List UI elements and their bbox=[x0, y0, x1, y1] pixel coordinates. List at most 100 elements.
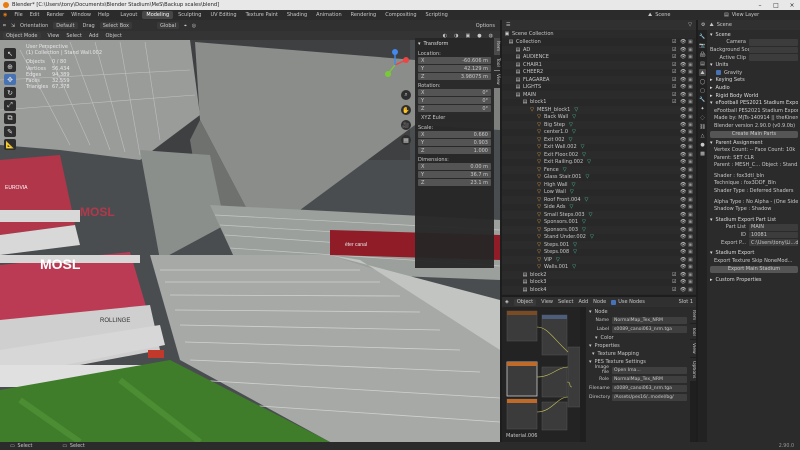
visibility-eye-icon[interactable]: 👁 bbox=[680, 257, 686, 263]
measure-tool-icon[interactable]: 📐 bbox=[4, 139, 16, 150]
render-toggle-icon[interactable]: ▣ bbox=[688, 129, 693, 135]
orientation-dropdown[interactable]: Default bbox=[53, 22, 78, 29]
rotate-tool-icon[interactable]: ↻ bbox=[4, 87, 16, 98]
render-toggle-icon[interactable]: ▣ bbox=[688, 182, 693, 188]
exclude-checkbox-icon[interactable]: ☑ bbox=[672, 62, 676, 68]
visibility-eye-icon[interactable]: 👁 bbox=[680, 47, 686, 53]
render-tab-icon[interactable]: 📷 bbox=[699, 42, 706, 49]
outliner-row[interactable]: ▽ Back Wall ▽ 👁 ▣ bbox=[502, 114, 696, 122]
visibility-eye-icon[interactable]: 👁 bbox=[680, 249, 686, 255]
view-layer-selector[interactable]: ▤ View Layer bbox=[724, 12, 759, 18]
visibility-eye-icon[interactable]: 👁 bbox=[680, 189, 686, 195]
exclude-checkbox-icon[interactable]: ☑ bbox=[672, 99, 676, 105]
ortho-grid-icon[interactable]: ▦ bbox=[401, 135, 411, 145]
node-tab-options[interactable]: Options bbox=[690, 357, 696, 382]
visibility-eye-icon[interactable]: 👁 bbox=[680, 129, 686, 135]
visibility-eye-icon[interactable]: 👁 bbox=[680, 92, 686, 98]
outliner-row[interactable]: ▽ center1.0 ▽ 👁 ▣ bbox=[502, 129, 696, 137]
render-toggle-icon[interactable]: ▣ bbox=[688, 107, 693, 113]
render-toggle-icon[interactable]: ▣ bbox=[688, 54, 693, 60]
outliner-row[interactable]: ▤ FLAGAREA ☑ 👁 ▣ bbox=[502, 76, 696, 84]
tab-texture-paint[interactable]: Texture Paint bbox=[242, 11, 282, 19]
exclude-checkbox-icon[interactable]: ☑ bbox=[672, 39, 676, 45]
panel-header[interactable]: Custom Properties bbox=[710, 277, 798, 285]
action-button[interactable]: Create Main Parts bbox=[710, 130, 798, 138]
visibility-eye-icon[interactable]: 👁 bbox=[680, 84, 686, 90]
outliner-row[interactable]: ▽ Exit Wall.002 ▽ 👁 ▣ bbox=[502, 144, 696, 152]
role-field[interactable]: Role NormalMap_Tex_NRM bbox=[589, 375, 687, 383]
visibility-eye-icon[interactable]: 👁 bbox=[680, 137, 686, 143]
gizmo-x-icon[interactable] bbox=[403, 57, 409, 63]
node-tab-view[interactable]: View bbox=[690, 340, 696, 357]
outliner-row[interactable]: ▽ Exit Floor.002 ▽ 👁 ▣ bbox=[502, 151, 696, 159]
visibility-eye-icon[interactable]: 👁 bbox=[680, 242, 686, 248]
exclude-checkbox-icon[interactable]: ☑ bbox=[672, 287, 676, 293]
menu-file[interactable]: File bbox=[14, 12, 22, 18]
dimensions-y-field[interactable]: Y 36.7 m bbox=[418, 171, 491, 178]
exclude-checkbox-icon[interactable]: ☑ bbox=[672, 54, 676, 60]
node-menu-select[interactable]: Select bbox=[558, 299, 573, 305]
visibility-eye-icon[interactable]: 👁 bbox=[680, 279, 686, 285]
outliner-row[interactable]: ▽ Glass Stair.001 ▽ 👁 ▣ bbox=[502, 174, 696, 182]
outliner-row[interactable]: ▽ Roof Front.004 ▽ 👁 ▣ bbox=[502, 196, 696, 204]
outliner-row[interactable]: ▽ Exit 002 ▽ 👁 ▣ bbox=[502, 136, 696, 144]
camera-view-icon[interactable]: 🎥 bbox=[401, 120, 411, 130]
outliner-row[interactable]: ▽ Steps.008 ▽ 👁 ▣ bbox=[502, 249, 696, 257]
tab-animation[interactable]: Animation bbox=[312, 11, 346, 19]
exclude-checkbox-icon[interactable]: ☑ bbox=[672, 92, 676, 98]
outliner-row[interactable]: ▽ Walls.001 ▽ 👁 ▣ bbox=[502, 264, 696, 272]
render-toggle-icon[interactable]: ▣ bbox=[688, 152, 693, 158]
visibility-eye-icon[interactable]: 👁 bbox=[680, 54, 686, 60]
action-button[interactable]: Export Main Stadium bbox=[710, 265, 798, 273]
render-toggle-icon[interactable]: ▣ bbox=[688, 279, 693, 285]
render-toggle-icon[interactable]: ▣ bbox=[688, 47, 693, 53]
outliner-row[interactable]: ▤ block3 ☑ 👁 ▣ bbox=[502, 279, 696, 287]
visibility-eye-icon[interactable]: 👁 bbox=[680, 107, 686, 113]
zoom-icon[interactable]: ⌕ bbox=[401, 90, 411, 100]
visibility-eye-icon[interactable]: 👁 bbox=[680, 204, 686, 210]
menu-render[interactable]: Render bbox=[46, 12, 64, 18]
visibility-eye-icon[interactable]: 👁 bbox=[680, 264, 686, 270]
world-tab-icon[interactable]: ◯ bbox=[699, 78, 706, 85]
view-layer-tab-icon[interactable]: ▤ bbox=[699, 60, 706, 67]
render-toggle-icon[interactable]: ▣ bbox=[688, 212, 693, 218]
visibility-eye-icon[interactable]: 👁 bbox=[680, 152, 686, 158]
outliner-row[interactable]: ▤ MAIN ☑ 👁 ▣ bbox=[502, 91, 696, 99]
visibility-eye-icon[interactable]: 👁 bbox=[680, 159, 686, 165]
outliner-row[interactable]: ▽ Fence ▽ 👁 ▣ bbox=[502, 166, 696, 174]
gizmo-z-icon[interactable] bbox=[392, 49, 398, 55]
node-label-field[interactable]: Label s0089_canoi063_nrm.tga bbox=[589, 325, 687, 333]
menu-select[interactable]: Select bbox=[66, 33, 81, 39]
property-field[interactable]: Camera bbox=[710, 39, 798, 47]
render-toggle-icon[interactable]: ▣ bbox=[688, 242, 693, 248]
shader-type-dropdown[interactable]: Object bbox=[513, 298, 537, 306]
outliner-row[interactable]: ▽ Side Ads ▽ 👁 ▣ bbox=[502, 204, 696, 212]
tab-modeling[interactable]: Modeling bbox=[142, 11, 174, 19]
render-toggle-icon[interactable]: ▣ bbox=[688, 69, 693, 75]
node-tab-tool[interactable]: Tool bbox=[690, 324, 696, 339]
outliner-filter-icon[interactable]: ▽ bbox=[688, 22, 692, 28]
outliner-row[interactable]: ▤ LIGHTS ☑ 👁 ▣ bbox=[502, 84, 696, 92]
location-y-field[interactable]: Y 42.129 m bbox=[418, 65, 491, 72]
menu-view[interactable]: View bbox=[48, 33, 60, 39]
scale-z-field[interactable]: Z 1.000 bbox=[418, 147, 491, 154]
tab-shading[interactable]: Shading bbox=[283, 11, 311, 19]
physics-tab-icon[interactable]: ◌ bbox=[699, 114, 706, 121]
scene-collection-row[interactable]: ▣ Scene Collection bbox=[502, 30, 696, 38]
n-tab-view[interactable]: View bbox=[494, 71, 500, 88]
gizmo-y-icon[interactable] bbox=[385, 71, 391, 77]
node-menu-view[interactable]: View bbox=[541, 299, 553, 305]
outliner-row[interactable]: ▽ High Wall ▽ 👁 ▣ bbox=[502, 181, 696, 189]
menu-object[interactable]: Object bbox=[106, 33, 122, 39]
tab-sculpting[interactable]: Sculpting bbox=[174, 11, 205, 19]
scene-tab-icon[interactable]: ⛰ bbox=[699, 69, 706, 76]
proportional-icon[interactable]: ◎ bbox=[192, 23, 196, 29]
color-section-header[interactable]: Color bbox=[589, 334, 687, 342]
node-name-field[interactable]: Name NormalMap_Tex_NRM bbox=[589, 316, 687, 324]
use-nodes-checkbox[interactable]: Use Nodes bbox=[611, 299, 645, 305]
visibility-eye-icon[interactable]: 👁 bbox=[680, 114, 686, 120]
blender-menu-icon[interactable]: ◉ bbox=[3, 12, 7, 18]
visibility-eye-icon[interactable]: 👁 bbox=[680, 227, 686, 233]
property-field[interactable]: Export P...C:\Users\tony\Li...dat\pes202… bbox=[710, 239, 798, 247]
render-toggle-icon[interactable]: ▣ bbox=[688, 84, 693, 90]
